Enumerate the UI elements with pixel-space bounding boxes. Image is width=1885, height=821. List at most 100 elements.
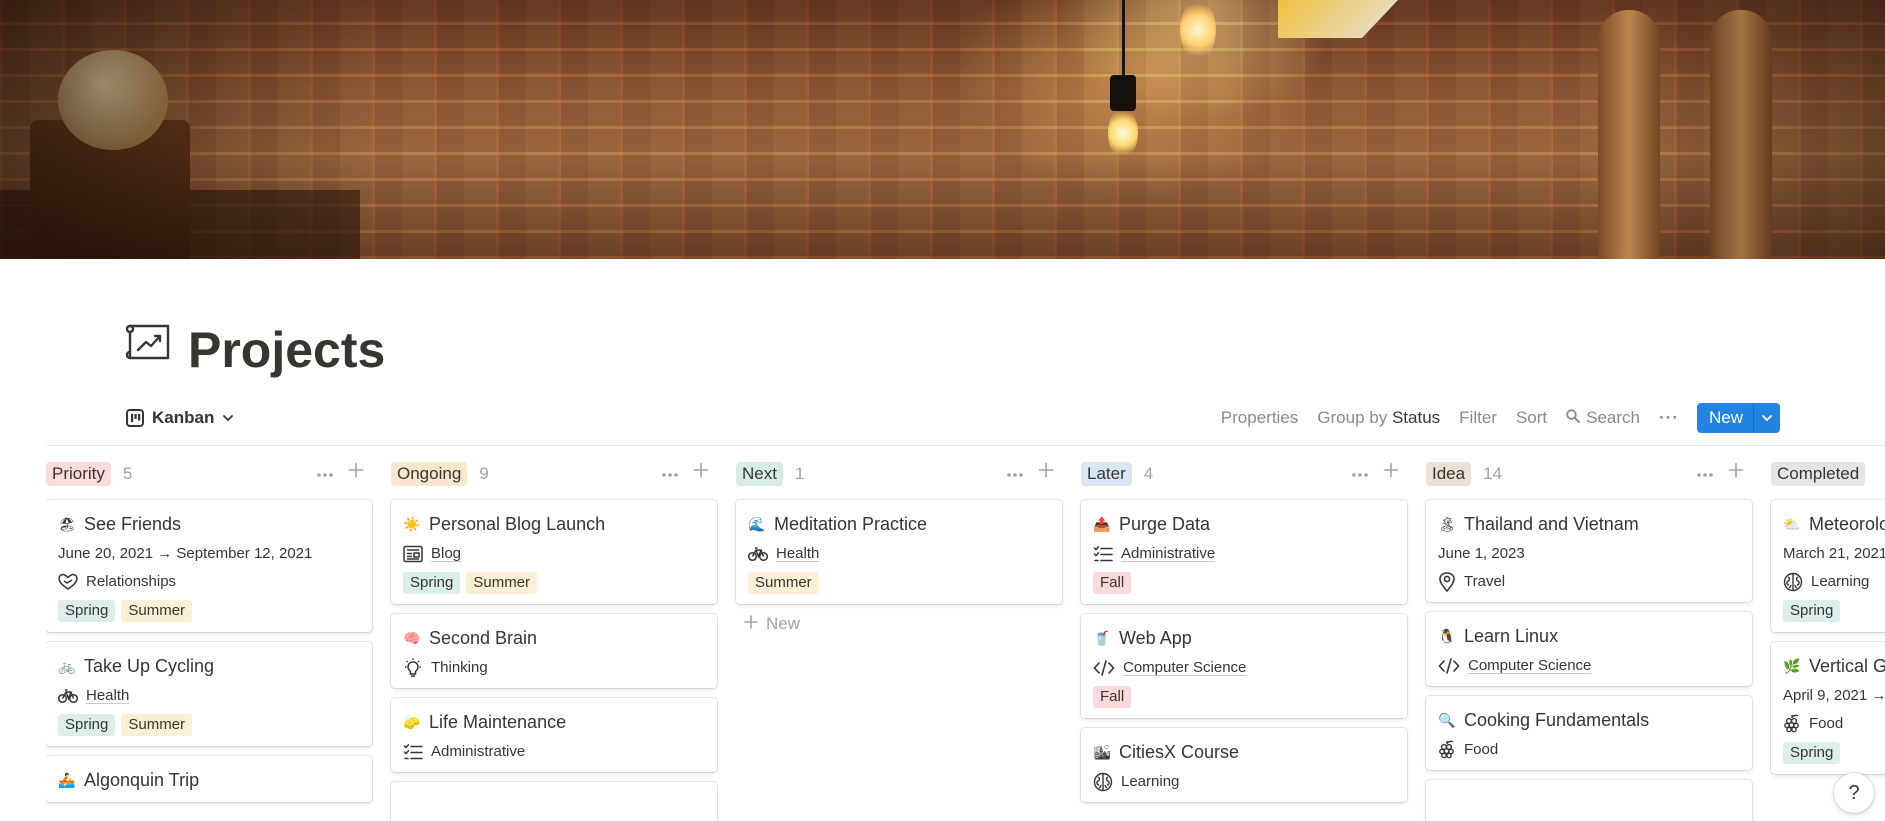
checklist-icon: [1093, 545, 1113, 563]
kanban-board-icon: [126, 409, 144, 427]
card-emoji-icon: 🏝: [1438, 516, 1456, 532]
card-list: ☀️ Personal Blog Launch Blog Spring Summer 🧠 S…: [391, 500, 717, 821]
more-horizontal-icon[interactable]: [1696, 462, 1714, 483]
card-category[interactable]: Health: [776, 544, 819, 564]
plus-icon[interactable]: [348, 462, 364, 483]
column-status-tag[interactable]: Idea: [1426, 462, 1472, 486]
card-category: Travel: [1464, 573, 1506, 590]
newspaper-icon: [403, 545, 423, 563]
help-button[interactable]: ?: [1834, 773, 1874, 813]
column-idea: Idea 14 🏝 Thailand and Vietnam June 1, 2023 T…: [1426, 458, 1752, 821]
project-card[interactable]: 🥤 Web App Computer Science Fall: [1081, 614, 1407, 718]
card-category[interactable]: Health: [86, 686, 129, 706]
project-card[interactable]: 🌿 Vertical Ga April 9, 2021 → Food Spring: [1771, 642, 1885, 774]
more-horizontal-icon[interactable]: [661, 462, 679, 483]
group-by-button[interactable]: Group by Status: [1317, 408, 1440, 428]
season-tag: Spring: [1783, 600, 1841, 622]
card-date-row: June 20, 2021 → September 12, 2021: [58, 544, 360, 564]
add-card-label: New: [766, 614, 801, 633]
project-card[interactable]: 📤 Purge Data Administrative Fall: [1081, 500, 1407, 604]
chevron-down-icon[interactable]: [1754, 403, 1780, 433]
project-card[interactable]: 🚣 Algonquin Trip: [46, 756, 372, 802]
plus-icon[interactable]: [1383, 462, 1399, 483]
card-title: Algonquin Trip: [84, 770, 200, 790]
project-card[interactable]: [1426, 780, 1752, 821]
cover-image[interactable]: [0, 0, 1885, 259]
card-category-row: Relationships: [58, 572, 360, 592]
column-status-tag[interactable]: Later: [1081, 462, 1132, 486]
plus-icon[interactable]: [693, 462, 709, 483]
column-count: 1: [794, 464, 805, 483]
project-card[interactable]: 🔍 Cooking Fundamentals Food: [1426, 696, 1752, 770]
card-date-row: March 21, 2021: [1783, 544, 1885, 564]
card-list: ⛅ Meteorolo March 21, 2021 Learning Spring 🌿 V…: [1771, 500, 1885, 774]
project-card[interactable]: 🏖 See Friends June 20, 2021 → September 12…: [46, 500, 372, 632]
search-button[interactable]: Search: [1566, 408, 1640, 428]
plus-icon[interactable]: [1038, 462, 1054, 483]
filter-button[interactable]: Filter: [1459, 408, 1497, 428]
card-category[interactable]: Blog: [431, 544, 461, 564]
project-card[interactable]: ⛅ Meteorolo March 21, 2021 Learning Spring: [1771, 500, 1885, 632]
page-title[interactable]: Projects: [188, 318, 385, 382]
card-list: 🌊 Meditation Practice Health Summer New: [736, 500, 1062, 634]
project-card[interactable]: 🏙 CitiesX Course Learning: [1081, 728, 1407, 802]
card-category-row: Health: [58, 686, 360, 706]
card-category: Relationships: [86, 573, 177, 590]
card-category-row: Learning: [1783, 572, 1885, 592]
card-list: 📤 Purge Data Administrative Fall 🥤 Web App Com…: [1081, 500, 1407, 802]
project-card[interactable]: 🏝 Thailand and Vietnam June 1, 2023 Travel: [1426, 500, 1752, 602]
more-horizontal-icon[interactable]: [1006, 462, 1024, 483]
properties-button[interactable]: Properties: [1221, 408, 1298, 428]
card-category: Food: [1809, 715, 1844, 732]
card-category[interactable]: Computer Science: [1468, 656, 1591, 676]
project-card[interactable]: [391, 782, 717, 821]
more-options-button[interactable]: ···: [1659, 408, 1679, 428]
blueprint-chart-icon[interactable]: [124, 322, 172, 364]
card-title-row: ⛅ Meteorolo: [1783, 512, 1885, 536]
project-card[interactable]: 🐧 Learn Linux Computer Science: [1426, 612, 1752, 686]
card-title: Meteorolo: [1809, 514, 1885, 534]
card-title: See Friends: [84, 514, 182, 534]
card-title-row: 🏖 See Friends: [58, 512, 360, 536]
card-category[interactable]: Computer Science: [1123, 658, 1246, 678]
column-count: 14: [1483, 464, 1503, 483]
sort-button[interactable]: Sort: [1516, 408, 1547, 428]
location-pin-icon: [1438, 572, 1456, 592]
card-title-row: 🚣 Algonquin Trip: [58, 768, 360, 792]
card-title: CitiesX Course: [1119, 742, 1240, 762]
column-status-tag[interactable]: Next: [736, 462, 783, 486]
add-card-button[interactable]: New: [736, 614, 1062, 634]
column-status-tag[interactable]: Ongoing: [391, 462, 468, 486]
plus-icon[interactable]: [1728, 462, 1744, 483]
card-category-row: Learning: [1093, 772, 1395, 792]
card-category: Administrative: [431, 743, 526, 760]
card-date: June 1, 2023: [1438, 545, 1525, 562]
brain-icon: [1093, 772, 1113, 792]
card-emoji-icon: 🚲: [58, 658, 76, 674]
column-status-tag[interactable]: Priority: [46, 462, 111, 486]
more-horizontal-icon[interactable]: [1351, 462, 1369, 483]
card-title: Life Maintenance: [429, 712, 567, 732]
project-card[interactable]: 🚲 Take Up Cycling Health Spring Summer: [46, 642, 372, 746]
card-title-row: 🏝 Thailand and Vietnam: [1438, 512, 1740, 536]
card-category[interactable]: Administrative: [1121, 544, 1215, 564]
card-title: Meditation Practice: [774, 514, 928, 534]
project-card[interactable]: ☀️ Personal Blog Launch Blog Spring Summer: [391, 500, 717, 604]
season-tag: Fall: [1093, 686, 1132, 708]
view-switcher[interactable]: Kanban: [126, 408, 234, 428]
project-card[interactable]: 🧽 Life Maintenance Administrative: [391, 698, 717, 772]
card-tags: Spring Summer: [403, 572, 705, 594]
card-emoji-icon: 🔍: [1438, 712, 1456, 728]
card-category-row: Blog: [403, 544, 705, 564]
season-tag: Spring: [58, 714, 116, 736]
new-button-label[interactable]: New: [1697, 403, 1754, 433]
card-category-row: Food: [1783, 714, 1885, 734]
more-horizontal-icon[interactable]: [316, 462, 334, 483]
card-emoji-icon: 🏖: [58, 516, 76, 532]
column-status-tag[interactable]: Completed: [1771, 462, 1866, 486]
project-card[interactable]: 🧠 Second Brain Thinking: [391, 614, 717, 688]
card-date: June 20, 2021 → September 12, 2021: [58, 545, 313, 562]
project-card[interactable]: 🌊 Meditation Practice Health Summer: [736, 500, 1062, 604]
new-item-button[interactable]: New: [1696, 403, 1780, 433]
search-icon: [1566, 408, 1581, 428]
